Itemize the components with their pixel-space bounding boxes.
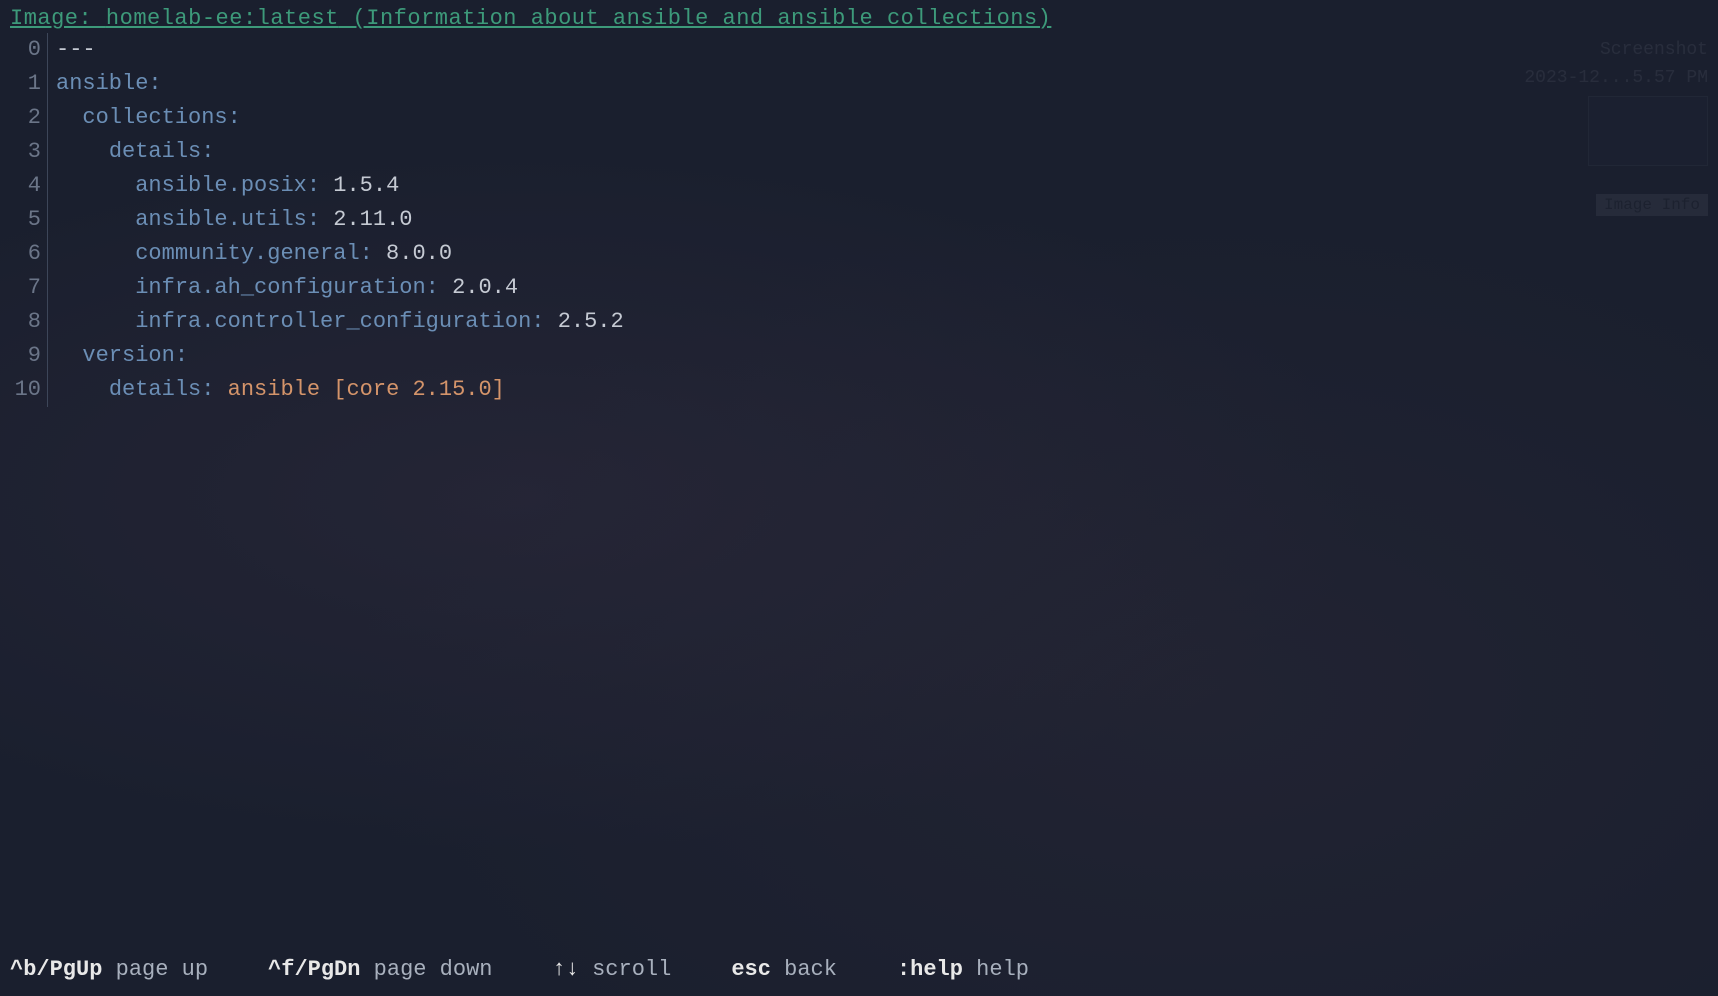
line-content: community.general: 8.0.0 xyxy=(48,237,452,271)
line-number: 9 xyxy=(0,339,48,373)
line-content: details: xyxy=(48,135,214,169)
yaml-document-start: --- xyxy=(56,37,96,62)
footer-hint-label: page down xyxy=(360,957,492,982)
yaml-line: 5 ansible.utils: 2.11.0 xyxy=(0,203,1718,237)
yaml-value: 2.5.2 xyxy=(545,309,624,334)
yaml-content: 0---1ansible:2 collections:3 details:4 a… xyxy=(0,33,1718,407)
yaml-line: 8 infra.controller_configuration: 2.5.2 xyxy=(0,305,1718,339)
line-number: 5 xyxy=(0,203,48,237)
line-number: 0 xyxy=(0,33,48,67)
yaml-key: collections: xyxy=(82,105,240,130)
yaml-key: details: xyxy=(109,139,215,164)
yaml-line: 1 ansible: xyxy=(0,67,1718,101)
line-content: ansible.utils: 2.11.0 xyxy=(48,203,412,237)
line-number: 3 xyxy=(0,135,48,169)
line-content: collections: xyxy=(48,101,241,135)
footer-hint: :help help xyxy=(897,957,1029,982)
line-number: 2 xyxy=(0,101,48,135)
footer-hint: ↑↓ scroll xyxy=(553,957,672,982)
yaml-line: 6 community.general: 8.0.0 xyxy=(0,237,1718,271)
footer-hint: ^f/PgDn page down xyxy=(268,957,492,982)
yaml-value: 2.11.0 xyxy=(320,207,412,232)
yaml-key: version: xyxy=(82,343,188,368)
line-content: details: ansible [core 2.15.0] xyxy=(48,373,505,407)
header-image-name: homelab-ee:latest xyxy=(106,6,339,31)
line-number: 8 xyxy=(0,305,48,339)
footer-hint: esc back xyxy=(731,957,837,982)
footer-hint-label: page up xyxy=(102,957,208,982)
line-content: version: xyxy=(48,339,188,373)
yaml-value: 1.5.4 xyxy=(320,173,399,198)
yaml-line: 7 infra.ah_configuration: 2.0.4 xyxy=(0,271,1718,305)
yaml-value: 8.0.0 xyxy=(373,241,452,266)
line-number: 7 xyxy=(0,271,48,305)
header-title: Image: homelab-ee:latest (Information ab… xyxy=(0,0,1718,33)
yaml-key: infra.ah_configuration: xyxy=(135,275,439,300)
yaml-line: 0 --- xyxy=(0,33,1718,67)
yaml-key: ansible.posix: xyxy=(135,173,320,198)
line-content: --- xyxy=(48,33,96,67)
yaml-value: ansible [core 2.15.0] xyxy=(214,377,504,402)
yaml-line: 4 ansible.posix: 1.5.4 xyxy=(0,169,1718,203)
footer-hint-label: help xyxy=(963,957,1029,982)
yaml-value: 2.0.4 xyxy=(439,275,518,300)
header-prefix: Image: xyxy=(10,6,106,31)
header-description: (Information about ansible and ansible c… xyxy=(339,6,1052,31)
footer-hint-key: esc xyxy=(731,957,771,982)
line-number: 1 xyxy=(0,67,48,101)
footer-hint-key: ^b/PgUp xyxy=(10,957,102,982)
footer-hint-key: ^f/PgDn xyxy=(268,957,360,982)
line-number: 10 xyxy=(0,373,48,407)
yaml-line: 9 version: xyxy=(0,339,1718,373)
footer-hint-label: back xyxy=(771,957,837,982)
line-content: infra.ah_configuration: 2.0.4 xyxy=(48,271,518,305)
yaml-line: 3 details: xyxy=(0,135,1718,169)
yaml-key: details: xyxy=(109,377,215,402)
yaml-key: infra.controller_configuration: xyxy=(135,309,544,334)
footer-hint-label: scroll xyxy=(579,957,671,982)
line-content: infra.controller_configuration: 2.5.2 xyxy=(48,305,624,339)
footer-hint: ^b/PgUp page up xyxy=(10,957,208,982)
yaml-key: ansible: xyxy=(56,71,162,96)
line-content: ansible.posix: 1.5.4 xyxy=(48,169,399,203)
line-content: ansible: xyxy=(48,67,162,101)
yaml-key: ansible.utils: xyxy=(135,207,320,232)
yaml-line: 10 details: ansible [core 2.15.0] xyxy=(0,373,1718,407)
yaml-line: 2 collections: xyxy=(0,101,1718,135)
yaml-key: community.general: xyxy=(135,241,373,266)
footer-hint-key: ↑↓ xyxy=(553,957,579,982)
footer-hints: ^b/PgUp page up ^f/PgDn page down ↑↓ scrol… xyxy=(0,947,1718,996)
line-number: 6 xyxy=(0,237,48,271)
footer-hint-key: :help xyxy=(897,957,963,982)
line-number: 4 xyxy=(0,169,48,203)
